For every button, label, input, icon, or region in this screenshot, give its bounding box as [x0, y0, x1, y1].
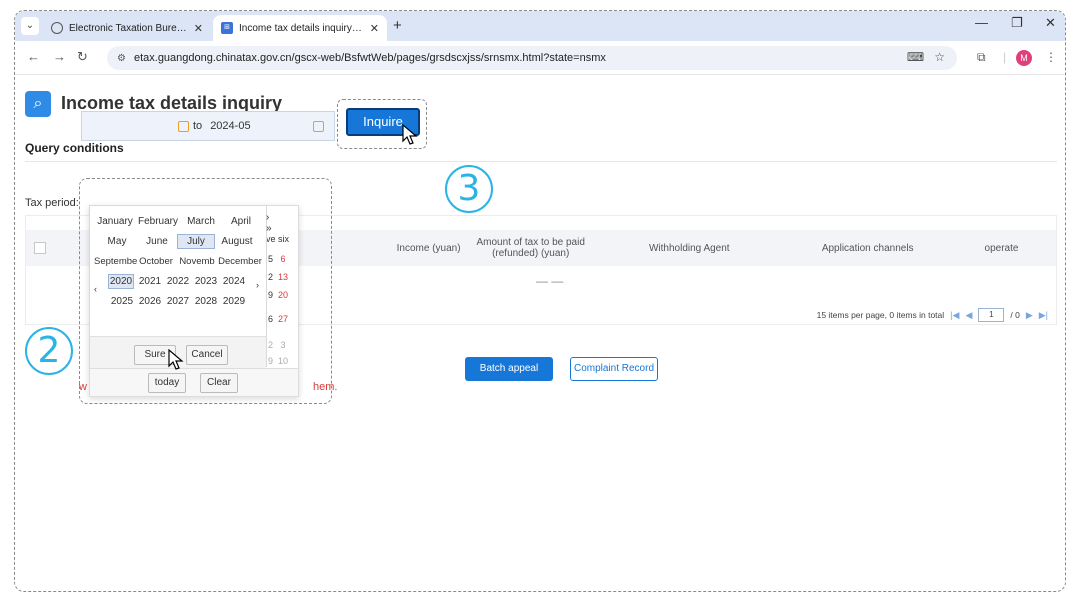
step-3-marker: 3	[445, 165, 493, 213]
year-2025[interactable]: 2025	[108, 296, 136, 307]
select-all-checkbox[interactable]	[34, 242, 46, 254]
col-income: Income (yuan)	[396, 242, 461, 254]
pagination: 15 items per page, 0 items in total |◀ ◀…	[817, 308, 1048, 322]
first-page-icon[interactable]: |◀	[950, 310, 959, 321]
inquire-highlight: Inquire	[337, 99, 427, 149]
next-year-icon[interactable]: › »	[266, 212, 272, 234]
close-icon[interactable]: ✕	[370, 22, 379, 35]
year-2023[interactable]: 2023	[192, 274, 220, 289]
month-april[interactable]: April	[221, 216, 261, 227]
new-tab-icon[interactable]: +	[393, 17, 402, 34]
col-withholding-agent: Withholding Agent	[648, 242, 730, 254]
tab-strip: ⌄ Electronic Taxation Bureau fo ✕ ⊞ Inco…	[15, 11, 1065, 41]
month-september[interactable]: Septembe	[94, 256, 137, 267]
year-2028[interactable]: 2028	[192, 296, 220, 307]
day-cell[interactable]: 9 20	[268, 290, 288, 300]
months-row: January February March April	[90, 216, 266, 227]
batch-appeal-button[interactable]: Batch appeal	[465, 357, 553, 381]
month-november[interactable]: Novemb	[176, 256, 218, 267]
month-october[interactable]: October	[136, 256, 176, 267]
col-operate: operate	[984, 242, 1019, 254]
today-button[interactable]: today	[148, 373, 186, 393]
tab-search-icon[interactable]: ⌄	[21, 17, 39, 35]
cursor-icon	[168, 349, 184, 370]
url-field[interactable]: ⚙ etax.guangdong.chinatax.gov.cn/gscx-we…	[107, 46, 957, 70]
months-row: Septembe October Novemb December	[90, 256, 266, 267]
menu-icon[interactable]: ⋮	[1045, 50, 1057, 64]
month-picker: › » January February March April May Jun…	[89, 205, 272, 370]
cursor-icon	[402, 124, 418, 145]
prev-page-icon[interactable]: ◀	[965, 310, 972, 321]
globe-icon	[51, 22, 63, 34]
step-2-marker: 2	[25, 327, 73, 375]
year-2021[interactable]: 2021	[136, 274, 164, 289]
avatar[interactable]: M	[1016, 50, 1032, 66]
year-2027[interactable]: 2027	[164, 296, 192, 307]
tab-income-tax[interactable]: ⊞ Income tax details inquiry an ✕	[213, 15, 387, 41]
day-cell[interactable]: 6 27	[268, 314, 288, 324]
years-row: 2020 2021 2022 2023 2024	[90, 274, 266, 289]
range-separator: to	[193, 120, 203, 132]
month-march[interactable]: March	[181, 216, 221, 227]
restore-icon[interactable]: ❐	[1011, 15, 1023, 31]
month-june[interactable]: June	[137, 234, 177, 249]
forward-icon[interactable]: →	[53, 49, 66, 64]
month-may[interactable]: May	[97, 234, 137, 249]
month-picker-footer: Sure Cancel	[90, 336, 266, 370]
page-number-input[interactable]: 1	[978, 308, 1005, 322]
day-cell[interactable]: 2 13	[268, 272, 288, 282]
tab-title: Electronic Taxation Bureau fo	[69, 22, 188, 34]
reload-icon[interactable]: ↻	[77, 49, 88, 65]
year-2022[interactable]: 2022	[164, 274, 192, 289]
divider	[25, 161, 1057, 162]
next-page-icon[interactable]: ▶	[1026, 310, 1033, 321]
year-2026[interactable]: 2026	[136, 296, 164, 307]
back-icon[interactable]: ←	[27, 49, 40, 64]
complaint-record-button[interactable]: Complaint Record	[570, 357, 658, 381]
search-icon: ⌕	[25, 91, 51, 117]
clear-button[interactable]: Clear	[200, 373, 238, 393]
total-pages: / 0	[1010, 310, 1020, 320]
calendar-icon[interactable]	[312, 120, 324, 132]
tax-period-range[interactable]: to 2024-05	[81, 111, 335, 141]
months-row: May June July August	[90, 234, 266, 249]
month-august[interactable]: August	[215, 234, 259, 249]
empty-placeholder: — —	[536, 274, 564, 288]
day-picker-footer: today Clear	[90, 368, 298, 396]
address-bar: ← → ↻ ⚙ etax.guangdong.chinatax.gov.cn/g…	[15, 41, 1065, 75]
cancel-button[interactable]: Cancel	[186, 345, 228, 365]
col-tax-amount: Amount of tax to be paid (refunded) (yua…	[476, 237, 585, 259]
close-icon[interactable]: ✕	[194, 22, 203, 35]
tab-title: Income tax details inquiry an	[239, 22, 364, 34]
year-2024[interactable]: 2024	[220, 274, 248, 289]
year-2020[interactable]: 2020	[108, 274, 134, 289]
browser-window: ⌄ Electronic Taxation Bureau fo ✕ ⊞ Inco…	[14, 10, 1066, 592]
pager-summary: 15 items per page, 0 items in total	[816, 310, 945, 320]
day-cell[interactable]: 2 3	[268, 340, 286, 350]
day-cell[interactable]: 5 6	[268, 254, 286, 264]
month-february[interactable]: February	[135, 216, 181, 227]
minimize-icon[interactable]: —	[975, 15, 988, 30]
extensions-icon[interactable]: ⧉	[977, 50, 986, 65]
month-july[interactable]: July	[177, 234, 215, 249]
tab-electronic-taxation[interactable]: Electronic Taxation Bureau fo ✕	[43, 15, 211, 41]
translate-icon[interactable]: ⌨ ☆	[907, 50, 945, 64]
window-close-icon[interactable]: ✕	[1045, 15, 1056, 31]
tax-period-label: Tax period:	[25, 197, 79, 209]
site-favicon-icon: ⊞	[221, 22, 233, 34]
years-row: 2025 2026 2027 2028 2029	[90, 296, 266, 307]
url-text: etax.guangdong.chinatax.gov.cn/gscx-web/…	[133, 52, 606, 64]
col-application-channels: Application channels	[821, 242, 914, 254]
end-date-value[interactable]: 2024-05	[210, 120, 250, 132]
month-january[interactable]: January	[95, 216, 135, 227]
day-cell[interactable]: 9 10	[268, 356, 288, 366]
section-title: Query conditions	[25, 141, 124, 155]
site-info-icon[interactable]: ⚙	[117, 53, 126, 64]
year-2029[interactable]: 2029	[220, 296, 248, 307]
calendar-icon[interactable]	[178, 120, 189, 132]
toolbar-divider: |	[1003, 50, 1007, 64]
month-december[interactable]: December	[218, 256, 262, 267]
week-header: ve six	[266, 234, 290, 244]
last-page-icon[interactable]: ▶|	[1039, 310, 1048, 321]
